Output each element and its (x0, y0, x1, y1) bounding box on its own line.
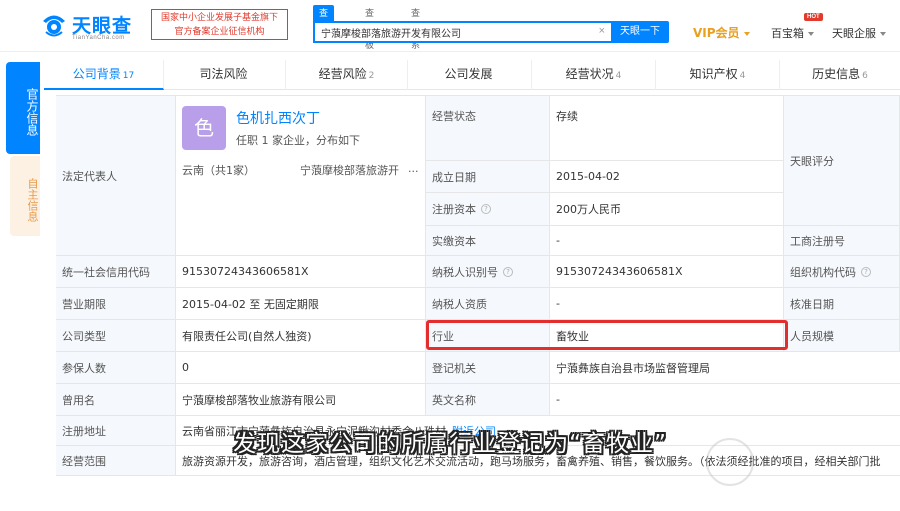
tab-judicial-risk[interactable]: 司法风险 (164, 60, 286, 90)
side-tab-official-info[interactable]: 官方信息 (6, 62, 40, 154)
legal-rep-name[interactable]: 色机扎西次丁 (236, 108, 320, 128)
site-logo[interactable]: 天眼查 TianYanCha.com (40, 10, 145, 44)
search-box: × (313, 21, 611, 43)
legal-rep-company-ellipsis: ... (408, 162, 419, 175)
capital-label: 注册资本? (426, 193, 550, 226)
chevron-down-icon (880, 32, 886, 36)
avatar[interactable]: 色 (182, 106, 226, 150)
hot-badge: HOT (804, 13, 823, 21)
eye-logo-icon (43, 15, 65, 37)
former-name-value: 宁蒗摩梭部落牧业旅游有限公司 (176, 384, 426, 416)
reg-no-label: 工商注册号 (784, 226, 900, 256)
staff-size-label: 人员规模 (784, 320, 900, 352)
vip-menu[interactable]: VIP会员 (693, 24, 750, 41)
term-value: 2015-04-02 至 无固定期限 (176, 288, 426, 320)
founded-value: 2015-04-02 (550, 161, 784, 193)
registration-authority-value: 宁蒗彝族自治县市场监督管理局 (550, 352, 900, 384)
taxpayer-id-value: 91530724343606581X (550, 256, 784, 288)
toolbox-menu[interactable]: 百宝箱 (771, 25, 814, 41)
category-tabs: 公司背景 17 司法风险 经营风险 2 公司发展 经营状况 4 知识产权 4 历史信息 6 (44, 60, 900, 90)
video-caption: 发现这家公司的所属行业登记为“畜牧业” (233, 431, 667, 457)
search-button[interactable]: 天眼一下 (611, 21, 669, 43)
top-header: 天眼查 TianYanCha.com 国家中小企业发展子基金旗下 官方备案企业征… (0, 0, 900, 52)
tab-operating-status[interactable]: 经营状况 4 (532, 60, 656, 90)
legal-rep-info: 任职 1 家企业，分布如下 (236, 134, 360, 147)
chevron-down-icon (743, 31, 750, 36)
legal-rep-label: 法定代表人 (56, 96, 176, 256)
tab-search-relation[interactable]: 查关系 (405, 5, 426, 50)
tab-search-boss[interactable]: 查老板 (359, 5, 380, 50)
capital-value: 200万人民币 (550, 193, 784, 226)
tab-history-info[interactable]: 历史信息 6 (780, 60, 900, 90)
term-label: 营业期限 (56, 288, 176, 320)
legal-rep-region: 云南（共1家） (182, 164, 255, 177)
help-icon[interactable]: ? (481, 204, 491, 214)
founded-label: 成立日期 (426, 161, 550, 193)
tab-intellectual-property[interactable]: 知识产权 4 (656, 60, 780, 90)
approval-date-label: 核准日期 (784, 288, 900, 320)
registration-authority-label: 登记机关 (426, 352, 550, 384)
help-icon[interactable]: ? (503, 266, 513, 277)
tab-company-development[interactable]: 公司发展 (408, 60, 532, 90)
logo-subtitle: TianYanCha.com (72, 35, 125, 41)
legal-rep-company-link[interactable]: 宁蒗摩梭部落旅游开 (300, 162, 416, 178)
paid-capital-value: - (550, 226, 784, 256)
tab-search-company[interactable]: 查公司 (313, 5, 335, 50)
company-type-label: 公司类型 (56, 320, 176, 352)
search-input[interactable] (315, 23, 585, 41)
former-name-label: 曾用名 (56, 384, 176, 416)
credit-code-value: 91530724343606581X (176, 256, 426, 288)
side-tab-self-info[interactable]: 自主信息 (10, 156, 40, 236)
help-icon[interactable]: ? (861, 266, 871, 277)
tab-operating-risk[interactable]: 经营风险 2 (286, 60, 408, 90)
taxpayer-qual-label: 纳税人资质 (426, 288, 550, 320)
insured-count-value: 0 (176, 352, 426, 384)
tab-company-background[interactable]: 公司背景 17 (44, 60, 164, 90)
company-info-table: 法定代表人 色 色机扎西次丁 任职 1 家企业，分布如下 云南（共1家） 宁蒗摩… (56, 95, 900, 476)
status-label: 经营状态 (426, 96, 550, 161)
taxpayer-qual-value: - (550, 288, 784, 320)
status-value: 存续 (550, 96, 784, 161)
english-name-label: 英文名称 (426, 384, 550, 416)
logo-text: 天眼查 (72, 15, 133, 37)
paid-capital-label: 实缴资本 (426, 226, 550, 256)
gov-badge: 国家中小企业发展子基金旗下 官方备案企业征信机构 (151, 9, 288, 40)
org-code-label: 组织机构代码? (784, 256, 900, 288)
taxpayer-id-label: 纳税人识别号? (426, 256, 550, 288)
rating-label: 天眼评分 (784, 96, 900, 226)
company-type-value: 有限责任公司(自然人独资) (176, 320, 426, 352)
industry-label: 行业 (426, 320, 550, 352)
insured-count-label: 参保人数 (56, 352, 176, 384)
english-name-value: - (550, 384, 900, 416)
credit-code-label: 统一社会信用代码 (56, 256, 176, 288)
enterprise-service-menu[interactable]: 天眼企服 (832, 25, 886, 41)
industry-value: 畜牧业 (550, 320, 784, 352)
chevron-down-icon (808, 32, 814, 36)
clear-icon[interactable]: × (599, 25, 605, 37)
